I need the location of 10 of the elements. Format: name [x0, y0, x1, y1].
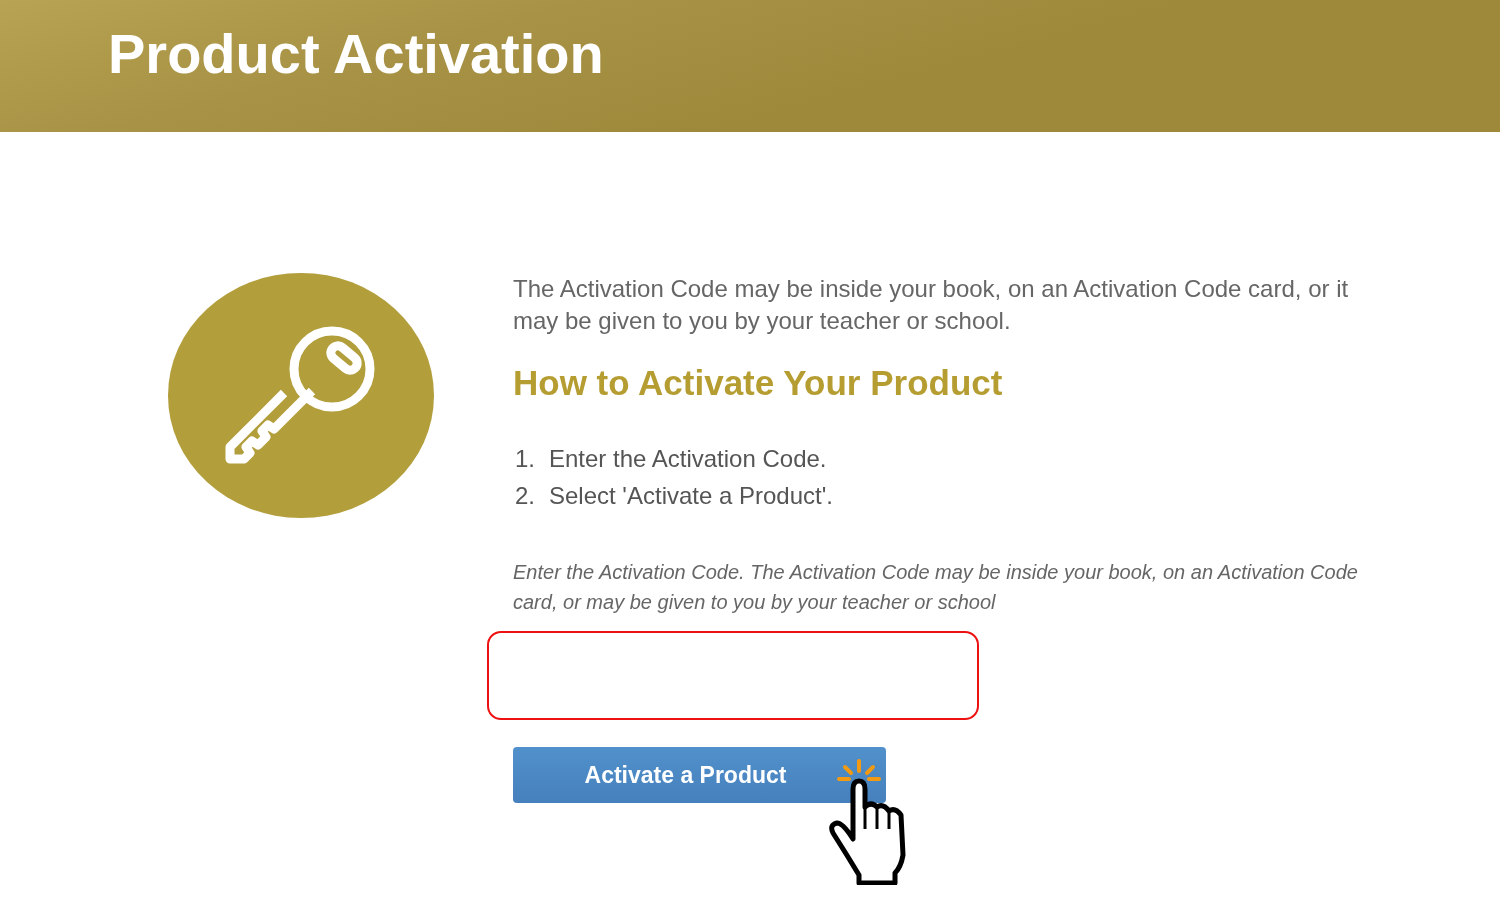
step-number: 1. — [514, 444, 535, 474]
section-heading: How to Activate Your Product — [513, 363, 1004, 403]
step-number: 2. — [514, 481, 535, 511]
intro-text: The Activation Code may be inside your book, on an Activation Code card, or it may be given to you by your teacher or school. — [513, 274, 1350, 336]
activation-code-field[interactable] — [487, 631, 979, 720]
field-hint: Enter the Activation Code. The Activation Code may be inside your book, on an Activation Code card, or may be given to you by your teacher or school — [513, 560, 1359, 615]
page-title: Product Activation — [108, 21, 604, 86]
step-text: Select 'Activate a Product'. — [549, 481, 833, 511]
step-text: Enter the Activation Code. — [549, 444, 827, 474]
activate-button[interactable]: Activate a Product — [513, 747, 886, 803]
